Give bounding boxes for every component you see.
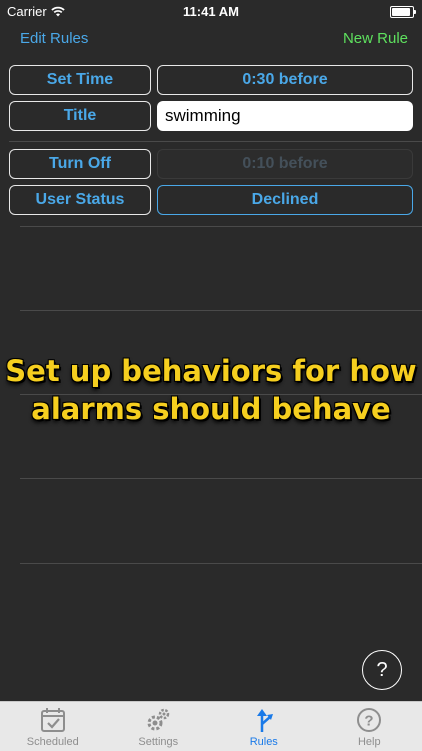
promo-line-2: alarms should behave: [0, 390, 422, 428]
promo-caption: Set up behaviors for how alarms should b…: [0, 352, 422, 428]
turn-off-button[interactable]: Turn Off: [9, 149, 151, 179]
tab-rules-label: Rules: [250, 736, 278, 748]
tab-scheduled-label: Scheduled: [27, 736, 79, 748]
rules-arrow-icon: [250, 706, 278, 734]
question-circle-icon: ?: [355, 706, 383, 734]
tab-settings-label: Settings: [138, 736, 178, 748]
status-time: 11:41 AM: [0, 4, 422, 19]
calendar-check-icon: [39, 706, 67, 734]
gears-icon: [144, 706, 172, 734]
edit-rules-button[interactable]: Edit Rules: [20, 30, 88, 47]
set-time-value-button[interactable]: 0:30 before: [157, 65, 413, 95]
list-row-divider: [20, 310, 422, 311]
tab-bar: Scheduled Settings Rules ? Help: [0, 701, 422, 751]
tab-help[interactable]: ? Help: [317, 702, 422, 751]
list-row-divider: [20, 563, 422, 564]
new-rule-button[interactable]: New Rule: [343, 30, 408, 47]
tab-scheduled[interactable]: Scheduled: [0, 702, 106, 751]
tab-settings[interactable]: Settings: [106, 702, 212, 751]
tab-help-label: Help: [358, 736, 381, 748]
tab-rules[interactable]: Rules: [211, 702, 317, 751]
help-floating-button[interactable]: ?: [362, 650, 402, 690]
list-row-divider: [20, 226, 422, 227]
list-row-divider: [20, 478, 422, 479]
title-input[interactable]: swimming: [157, 101, 413, 131]
user-status-button[interactable]: User Status: [9, 185, 151, 215]
battery-icon: [390, 6, 414, 18]
user-status-value-button[interactable]: Declined: [157, 185, 413, 215]
svg-text:?: ?: [365, 713, 374, 730]
set-time-button[interactable]: Set Time: [9, 65, 151, 95]
promo-line-1: Set up behaviors for how: [0, 352, 422, 390]
status-bar: Carrier 11:41 AM: [0, 0, 422, 22]
title-button[interactable]: Title: [9, 101, 151, 131]
section-divider: [9, 141, 422, 142]
turn-off-value-button: 0:10 before: [157, 149, 413, 179]
